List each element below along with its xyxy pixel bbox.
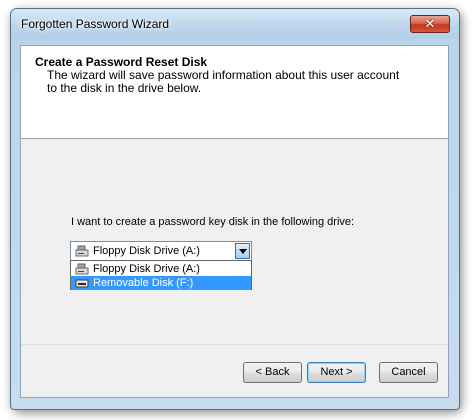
- wizard-client-area: Create a Password Reset Disk The wizard …: [20, 45, 449, 398]
- removable-disk-icon: [75, 279, 89, 288]
- drive-options-list: Floppy Disk Drive (A:) Removable Disk (F…: [70, 260, 252, 290]
- floppy-drive-icon: [75, 245, 89, 257]
- drive-option-removable[interactable]: Removable Disk (F:): [71, 276, 251, 290]
- drive-select-label: Floppy Disk Drive (A:): [93, 245, 200, 257]
- drive-option-label: Removable Disk (F:): [93, 277, 194, 289]
- button-area-divider: [21, 344, 448, 345]
- wizard-header: Create a Password Reset Disk The wizard …: [21, 46, 448, 139]
- next-button[interactable]: Next >: [307, 362, 366, 383]
- close-icon: ✕: [424, 16, 436, 31]
- window-title: Forgotten Password Wizard: [21, 17, 170, 31]
- chevron-down-icon: [238, 248, 247, 254]
- drive-select[interactable]: Floppy Disk Drive (A:): [70, 241, 252, 261]
- close-button[interactable]: ✕: [410, 15, 450, 33]
- page-description: The wizard will save password informatio…: [47, 68, 400, 95]
- wizard-window: Forgotten Password Wizard ✕ Create a Pas…: [10, 8, 460, 410]
- drive-instruction-label: I want to create a password key disk in …: [71, 216, 355, 228]
- dropdown-button[interactable]: [235, 243, 250, 259]
- title-bar[interactable]: Forgotten Password Wizard ✕: [11, 9, 459, 39]
- drive-select-value: Floppy Disk Drive (A:): [75, 244, 200, 258]
- drive-option-label: Floppy Disk Drive (A:): [93, 263, 200, 275]
- page-title: Create a Password Reset Disk: [35, 55, 208, 69]
- back-button[interactable]: < Back: [243, 362, 302, 383]
- drive-option-floppy[interactable]: Floppy Disk Drive (A:): [71, 262, 251, 276]
- floppy-drive-icon: [75, 263, 89, 275]
- cancel-button[interactable]: Cancel: [379, 362, 438, 383]
